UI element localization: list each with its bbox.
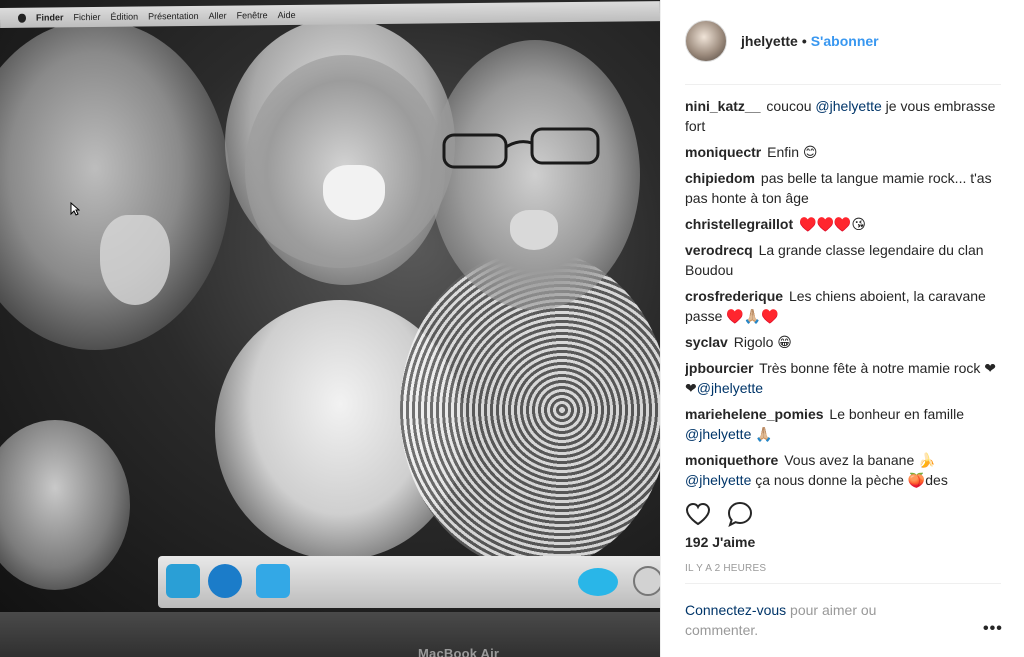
comment-item: syclav Rigolo 😁 <box>685 332 1001 352</box>
likes-count[interactable]: 192 J'aime <box>685 534 755 550</box>
mention-link[interactable]: @jhelyette <box>697 380 763 396</box>
comment-username[interactable]: nini_katz__ <box>685 98 760 114</box>
divider <box>685 84 1001 85</box>
comment-text: Rigolo 😁 <box>733 334 792 350</box>
comment-username[interactable]: syclav <box>685 334 728 350</box>
post-actions <box>685 500 1001 528</box>
menubar-item-fenetre: Fenêtre <box>236 10 268 21</box>
comment-item: chipiedom pas belle ta langue mamie rock… <box>685 168 1001 208</box>
comments-list[interactable]: nini_katz__ coucou @jhelyette je vous em… <box>685 96 1001 488</box>
dock-app-icon <box>208 564 242 598</box>
comment-username[interactable]: moniquethore <box>685 452 778 468</box>
laptop-screen: Finder Fichier Édition Présentation Alle… <box>0 0 660 612</box>
mention-link[interactable]: @jhelyette <box>685 426 751 442</box>
login-link[interactable]: Connectez-vous <box>685 602 786 618</box>
comment-username[interactable]: jpbourcier <box>685 360 753 376</box>
apple-icon <box>17 13 27 23</box>
laptop-brand-label: MacBook Air <box>418 646 500 657</box>
comment-username[interactable]: moniquectr <box>685 144 761 160</box>
comment-bubble-icon[interactable] <box>727 501 753 527</box>
mention-link[interactable]: @jhelyette <box>685 472 751 488</box>
dock-app-icon <box>578 568 618 596</box>
candle-holder <box>0 420 130 590</box>
comment-username[interactable]: christellegraillot <box>685 216 793 232</box>
author-username[interactable]: jhelyette <box>741 33 798 49</box>
comment-text: ça nous donne la pèche 🍑des <box>751 472 948 488</box>
menubar-item-fichier: Fichier <box>73 11 101 23</box>
comment-username[interactable]: crosfrederique <box>685 288 783 304</box>
comment-text: Vous avez la banane 🍌 <box>784 452 936 468</box>
post-timestamp[interactable]: IL Y A 2 HEURES <box>685 563 766 574</box>
comment-item: moniquethore Vous avez la banane 🍌 @jhel… <box>685 450 1001 488</box>
mention-link[interactable]: @jhelyette <box>815 98 881 114</box>
comment-text: Enfin 😊 <box>767 144 818 160</box>
comment-item: crosfrederique Les chiens aboient, la ca… <box>685 286 1001 326</box>
dock-app-icon <box>633 566 660 596</box>
person-right <box>430 40 640 310</box>
comment-item: verodrecq La grande classe legendaire du… <box>685 240 1001 280</box>
heart-icon[interactable] <box>685 502 711 526</box>
comment-text: Le bonheur en famille <box>829 406 965 422</box>
post-sidebar: jhelyette • S'abonner nini_katz__ coucou… <box>660 0 1024 657</box>
divider <box>685 583 1001 584</box>
glasses-shape <box>442 127 600 169</box>
laptop-bezel <box>0 612 660 657</box>
menubar-item-aller: Aller <box>208 10 227 21</box>
menubar-item-finder: Finder <box>35 12 64 23</box>
post-photo[interactable]: Finder Fichier Édition Présentation Alle… <box>0 0 660 657</box>
menubar-item-edition: Édition <box>110 11 139 22</box>
more-options-icon[interactable]: ••• <box>983 620 1003 638</box>
tongue-left <box>100 215 170 305</box>
login-prompt: Connectez-vous pour aimer ou commenter. <box>685 600 935 640</box>
mac-menubar: Finder Fichier Édition Présentation Alle… <box>0 1 660 28</box>
comment-text: coucou <box>766 98 816 114</box>
comment-item: moniquectr Enfin 😊 <box>685 142 1001 162</box>
menubar-item-presentation: Présentation <box>148 10 199 22</box>
mac-dock <box>158 556 660 608</box>
comment-text: 🙏🏼 <box>751 426 773 442</box>
post-header: jhelyette • S'abonner <box>685 18 1001 64</box>
comment-text: ♥️♥️♥️😘 <box>799 216 866 232</box>
tongue-right <box>510 210 558 250</box>
avatar[interactable] <box>685 20 727 62</box>
comment-item: jpbourcier Très bonne fête à notre mamie… <box>685 358 1001 398</box>
tongue-middle <box>323 165 385 220</box>
comment-item: nini_katz__ coucou @jhelyette je vous em… <box>685 96 1001 136</box>
mouse-cursor-icon <box>70 202 80 216</box>
follow-button[interactable]: S'abonner <box>811 33 879 49</box>
comment-username[interactable]: chipiedom <box>685 170 755 186</box>
comment-item: mariehelene_pomies Le bonheur en famille… <box>685 404 1001 444</box>
header-separator: • <box>801 33 807 49</box>
dock-app-icon <box>166 564 200 598</box>
comment-username[interactable]: mariehelene_pomies <box>685 406 824 422</box>
comment-username[interactable]: verodrecq <box>685 242 753 258</box>
person-left <box>0 20 230 350</box>
menubar-item-aide: Aide <box>277 9 296 21</box>
comment-item: christellegraillot ♥️♥️♥️😘 <box>685 214 1001 234</box>
dock-app-icon <box>256 564 290 598</box>
